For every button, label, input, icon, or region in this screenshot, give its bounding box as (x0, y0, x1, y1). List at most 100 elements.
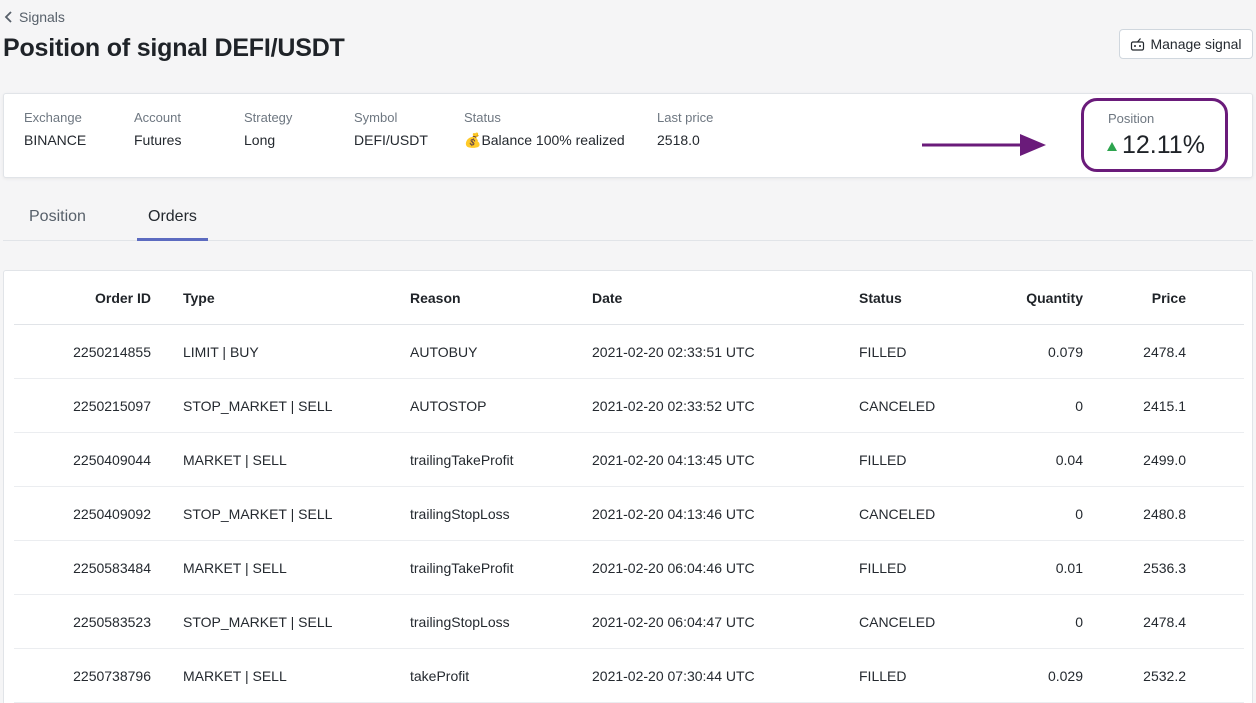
col-type[interactable]: Type (183, 271, 215, 325)
status-value-wrapper: 💰Balance 100% realized (464, 132, 625, 149)
position-label: Position (1108, 111, 1155, 126)
table-row[interactable]: 2250583523 STOP_MARKET | SELL trailingStop… (14, 595, 1244, 649)
last-price-label: Last price (657, 110, 714, 125)
signal-summary-card: Exchange BINANCE Account Futures Strateg… (3, 93, 1253, 178)
position-value: 12.11% (1122, 131, 1205, 159)
position-value-row: 12.11% (1107, 131, 1205, 160)
exchange-value: BINANCE (24, 132, 87, 148)
back-to-signals-link[interactable]: Signals (4, 9, 65, 25)
tab-position[interactable]: Position (29, 208, 86, 238)
type-cell: MARKET | SELL (183, 452, 287, 468)
chevron-left-icon (4, 11, 12, 23)
reason-cell: trailingTakeProfit (410, 452, 514, 468)
status-field: Status 💰Balance 100% realized (464, 110, 625, 149)
date-cell: 2021-02-20 04:13:46 UTC (592, 506, 755, 522)
order-id-cell: 2250583523 (73, 614, 151, 630)
table-row[interactable]: 2250409044 MARKET | SELL trailingTakeProfi… (14, 433, 1244, 487)
status-cell: CANCELED (859, 506, 936, 522)
date-cell: 2021-02-20 02:33:52 UTC (592, 398, 755, 414)
col-status[interactable]: Status (859, 271, 902, 325)
type-cell: STOP_MARKET | SELL (183, 506, 333, 522)
strategy-label: Strategy (244, 110, 293, 125)
quantity-cell: 0.01 (1055, 560, 1083, 576)
order-id-cell: 2250583484 (73, 560, 151, 576)
account-field: Account Futures (134, 110, 181, 148)
tab-orders[interactable]: Orders (137, 208, 208, 241)
price-cell: 2536.3 (1143, 560, 1186, 576)
col-reason[interactable]: Reason (410, 271, 461, 325)
order-id-cell: 2250409092 (73, 506, 151, 522)
price-cell: 2499.0 (1143, 452, 1186, 468)
table-row[interactable]: 2250215097 STOP_MARKET | SELL AUTOSTOP 2021… (14, 379, 1244, 433)
status-cell: CANCELED (859, 614, 936, 630)
date-cell: 2021-02-20 06:04:47 UTC (592, 614, 755, 630)
status-cell: FILLED (859, 668, 907, 684)
table-row[interactable]: 2250738796 MARKET | SELL takeProfit 2021-02… (14, 649, 1244, 703)
page-title: Position of signal DEFI/USDT (3, 34, 345, 62)
date-cell: 2021-02-20 06:04:46 UTC (592, 560, 755, 576)
price-cell: 2532.2 (1143, 668, 1186, 684)
account-value: Futures (134, 132, 182, 148)
robot-icon (1131, 38, 1145, 51)
quantity-cell: 0.029 (1047, 668, 1083, 684)
date-cell: 2021-02-20 04:13:45 UTC (592, 452, 755, 468)
strategy-field: Strategy Long (244, 110, 292, 148)
quantity-cell: 0 (1075, 614, 1083, 630)
quantity-cell: 0.04 (1055, 452, 1083, 468)
symbol-label: Symbol (354, 110, 398, 125)
type-cell: STOP_MARKET | SELL (183, 398, 333, 414)
type-cell: MARKET | SELL (183, 668, 287, 684)
col-price[interactable]: Price (1086, 271, 1186, 325)
col-date[interactable]: Date (592, 271, 622, 325)
exchange-label: Exchange (24, 110, 82, 125)
tab-bar: Position Orders (3, 196, 1253, 241)
col-quantity[interactable]: Quantity (983, 271, 1083, 325)
price-cell: 2480.8 (1143, 506, 1186, 522)
account-label: Account (134, 110, 181, 125)
quantity-cell: 0 (1075, 398, 1083, 414)
last-price-value: 2518.0 (657, 132, 700, 148)
last-price-field: Last price 2518.0 (657, 110, 713, 148)
status-cell: FILLED (859, 344, 907, 360)
status-cell: CANCELED (859, 398, 936, 414)
strategy-value: Long (244, 132, 276, 148)
order-id-cell: 2250738796 (73, 668, 151, 684)
reason-cell: trailingStopLoss (410, 506, 510, 522)
position-highlight: Position 12.11% (1081, 98, 1228, 172)
quantity-cell: 0 (1075, 506, 1083, 522)
status-cell: FILLED (859, 452, 907, 468)
reason-cell: trailingTakeProfit (410, 560, 514, 576)
reason-cell: AUTOBUY (410, 344, 478, 360)
type-cell: STOP_MARKET | SELL (183, 614, 333, 630)
money-bag-icon: 💰 (464, 132, 482, 148)
date-cell: 2021-02-20 07:30:44 UTC (592, 668, 755, 684)
table-row[interactable]: 2250583484 MARKET | SELL trailingTakeProfi… (14, 541, 1244, 595)
back-link-label: Signals (19, 9, 65, 25)
arrow-right-icon (922, 134, 1046, 156)
reason-cell: AUTOSTOP (410, 398, 487, 414)
exchange-field: Exchange BINANCE (24, 110, 86, 148)
symbol-field: Symbol DEFI/USDT (354, 110, 428, 148)
table-row[interactable]: 2250409092 STOP_MARKET | SELL trailingStop… (14, 487, 1244, 541)
type-cell: LIMIT | BUY (183, 344, 259, 360)
col-order-id[interactable]: Order ID (14, 271, 151, 325)
price-cell: 2478.4 (1143, 344, 1186, 360)
symbol-value: DEFI/USDT (354, 132, 428, 148)
orders-table: Order ID Type Reason Date Status Quantit… (3, 270, 1253, 703)
type-cell: MARKET | SELL (183, 560, 287, 576)
order-id-cell: 2250409044 (73, 452, 151, 468)
status-cell: FILLED (859, 560, 907, 576)
reason-cell: takeProfit (410, 668, 470, 684)
triangle-up-icon (1107, 142, 1117, 151)
signal-position-page: Signals Position of signal DEFI/USDT Man… (0, 0, 1256, 703)
quantity-cell: 0.079 (1047, 344, 1083, 360)
order-id-cell: 2250214855 (73, 344, 151, 360)
status-value: Balance 100% realized (481, 132, 625, 148)
date-cell: 2021-02-20 02:33:51 UTC (592, 344, 755, 360)
manage-signal-label: Manage signal (1150, 36, 1242, 52)
status-label: Status (464, 110, 501, 125)
price-cell: 2478.4 (1143, 614, 1186, 630)
reason-cell: trailingStopLoss (410, 614, 510, 630)
manage-signal-button[interactable]: Manage signal (1119, 29, 1253, 59)
table-row[interactable]: 2250214855 LIMIT | BUY AUTOBUY 2021-02-20 0… (14, 325, 1244, 379)
